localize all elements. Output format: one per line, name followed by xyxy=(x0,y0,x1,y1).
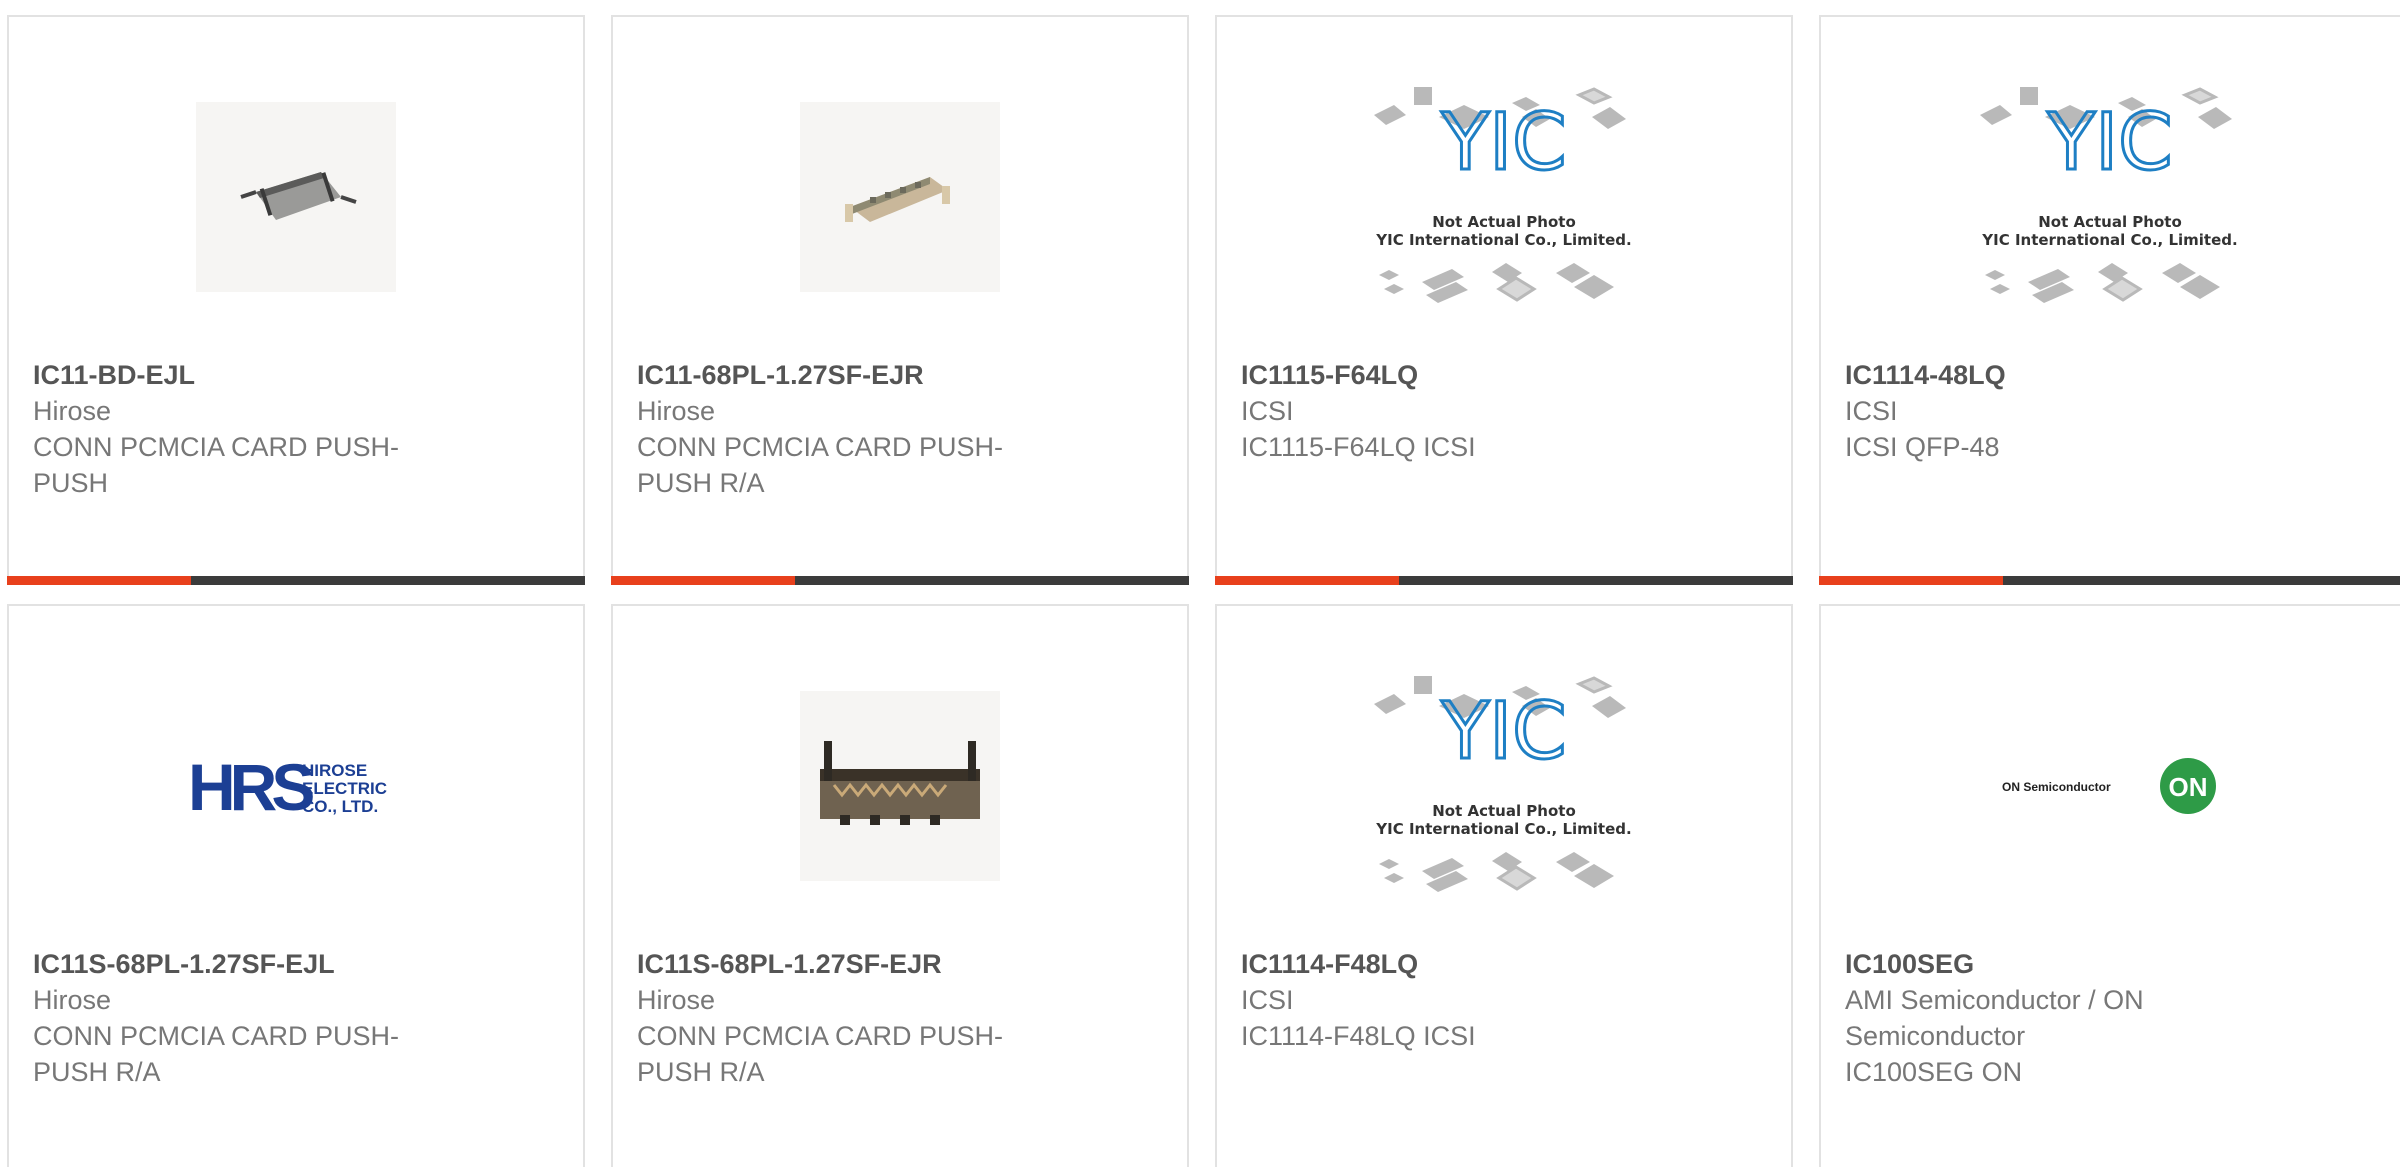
part-number[interactable]: IC1115-F64LQ xyxy=(1241,357,1661,393)
svg-text:ON: ON xyxy=(2169,772,2208,802)
description: IC1115-F64LQ ICSI xyxy=(1241,432,1476,462)
svg-text:ELECTRIC: ELECTRIC xyxy=(302,779,387,798)
svg-text:YIC International Co., Limited: YIC International Co., Limited. xyxy=(1981,231,2237,249)
card-accent-bar xyxy=(7,576,585,585)
product-image[interactable] xyxy=(613,77,1187,317)
part-number[interactable]: IC11S-68PL-1.27SF-EJR xyxy=(637,946,1057,982)
pcmcia-connector-photo xyxy=(800,691,1000,881)
svg-text:ON Semiconductor: ON Semiconductor xyxy=(2002,780,2111,794)
product-card[interactable]: YIC Not Actual Photo YIC International C… xyxy=(1215,604,1793,1167)
pcmcia-connector-photo xyxy=(800,102,1000,292)
product-card[interactable]: IC11-BD-EJL Hirose CONN PCMCIA CARD PUSH… xyxy=(7,15,585,585)
svg-text:Not Actual Photo: Not Actual Photo xyxy=(1432,213,1576,231)
yic-logo: YIC xyxy=(1440,687,1566,777)
product-image[interactable]: YIC Not Actual Photo YIC International C… xyxy=(1217,77,1791,317)
product-image[interactable] xyxy=(613,666,1187,906)
product-image[interactable] xyxy=(9,77,583,317)
card-accent-bar xyxy=(1819,576,2400,585)
description: IC1114-F48LQ ICSI xyxy=(1241,1021,1476,1051)
card-accent-bar xyxy=(1215,576,1793,585)
manufacturer: AMI Semiconductor / ON Semiconductor xyxy=(1845,985,2144,1051)
part-number[interactable]: IC1114-48LQ xyxy=(1845,357,2265,393)
svg-text:HIROSE: HIROSE xyxy=(302,761,367,780)
product-image[interactable]: YIC Not Actual Photo YIC International C… xyxy=(1217,666,1791,906)
manufacturer: ICSI xyxy=(1241,985,1294,1015)
on-semiconductor-logo: ON Semiconductor ON xyxy=(2002,758,2216,814)
svg-text:CO., LTD.: CO., LTD. xyxy=(302,797,378,816)
part-number[interactable]: IC100SEG xyxy=(1845,946,2265,982)
yic-logo: YIC xyxy=(1440,98,1566,188)
card-accent-bar xyxy=(611,576,1189,585)
hirose-logo: HRS HIROSE ELECTRIC CO., LTD. xyxy=(188,750,387,824)
product-image[interactable]: HRS HIROSE ELECTRIC CO., LTD. xyxy=(9,666,583,906)
product-card[interactable]: IC11-68PL-1.27SF-EJR Hirose CONN PCMCIA … xyxy=(611,15,1189,585)
svg-text:YIC International Co., Limited: YIC International Co., Limited. xyxy=(1375,820,1631,838)
yic-logo: YIC xyxy=(2046,98,2172,188)
product-grid: IC11-BD-EJL Hirose CONN PCMCIA CARD PUSH… xyxy=(0,0,2400,1167)
part-number[interactable]: IC11-68PL-1.27SF-EJR xyxy=(637,357,1057,393)
yic-placeholder-image: YIC Not Actual Photo YIC International C… xyxy=(1374,87,1632,303)
yic-placeholder-image: YIC Not Actual Photo YIC International C… xyxy=(1980,87,2238,303)
manufacturer: Hirose xyxy=(637,985,716,1015)
description: CONN PCMCIA CARD PUSH-PUSH R/A xyxy=(637,1021,1004,1087)
svg-text:HRS: HRS xyxy=(188,750,313,824)
manufacturer: ICSI xyxy=(1845,396,1898,426)
description: CONN PCMCIA CARD PUSH-PUSH R/A xyxy=(33,1021,400,1087)
manufacturer: Hirose xyxy=(637,396,716,426)
svg-text:YIC International Co., Limited: YIC International Co., Limited. xyxy=(1375,231,1631,249)
description: CONN PCMCIA CARD PUSH-PUSH xyxy=(33,432,400,498)
product-card[interactable]: IC11S-68PL-1.27SF-EJR Hirose CONN PCMCIA… xyxy=(611,604,1189,1167)
manufacturer: Hirose xyxy=(33,396,112,426)
product-card[interactable]: ON Semiconductor ON IC100SEG AMI Semicon… xyxy=(1819,604,2400,1167)
part-number[interactable]: IC11-BD-EJL xyxy=(33,357,453,393)
product-image[interactable]: YIC Not Actual Photo YIC International C… xyxy=(1821,77,2399,317)
product-card[interactable]: YIC Not Actual Photo YIC International C… xyxy=(1819,15,2400,585)
manufacturer: Hirose xyxy=(33,985,112,1015)
part-number[interactable]: IC1114-F48LQ xyxy=(1241,946,1661,982)
product-card[interactable]: HRS HIROSE ELECTRIC CO., LTD. IC11S-68PL… xyxy=(7,604,585,1167)
manufacturer: ICSI xyxy=(1241,396,1294,426)
yic-placeholder-image: YIC Not Actual Photo YIC International C… xyxy=(1374,676,1632,892)
description: ICSI QFP-48 xyxy=(1845,432,2000,462)
description: CONN PCMCIA CARD PUSH-PUSH R/A xyxy=(637,432,1004,498)
svg-text:Not Actual Photo: Not Actual Photo xyxy=(1432,802,1576,820)
product-image[interactable]: ON Semiconductor ON xyxy=(1821,666,2399,906)
pcmcia-connector-photo xyxy=(196,102,396,292)
product-card[interactable]: YIC Not Actual Photo YIC International C… xyxy=(1215,15,1793,585)
part-number[interactable]: IC11S-68PL-1.27SF-EJL xyxy=(33,946,453,982)
svg-text:Not Actual Photo: Not Actual Photo xyxy=(2038,213,2182,231)
description: IC100SEG ON xyxy=(1845,1057,2023,1087)
